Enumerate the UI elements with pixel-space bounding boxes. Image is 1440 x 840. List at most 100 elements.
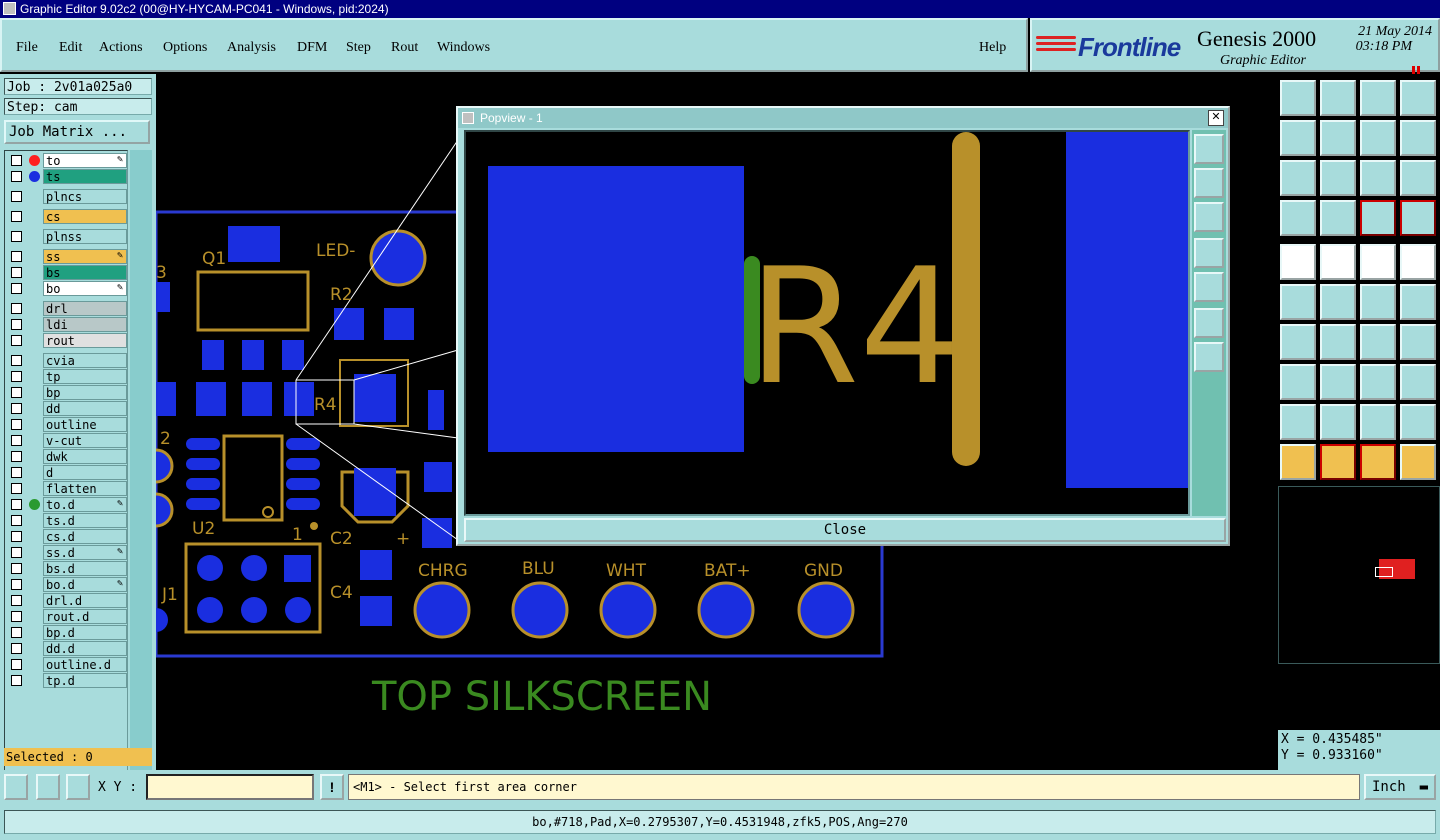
popview-close-button[interactable]: Close <box>464 518 1226 542</box>
layer-name[interactable]: bs.d <box>43 561 127 576</box>
layer-row-tp-d[interactable]: tp.d <box>7 673 127 688</box>
layer-name[interactable]: outline.d <box>43 657 127 672</box>
layer-checkbox[interactable] <box>11 171 22 182</box>
layer-checkbox[interactable] <box>11 155 22 166</box>
layer-list-scrollbar[interactable] <box>130 150 152 782</box>
layer-row-cvia[interactable]: cvia <box>7 353 127 368</box>
pan-left-icon[interactable] <box>1194 238 1224 268</box>
pan-right-icon[interactable] <box>1320 120 1356 156</box>
popview-window[interactable]: Popview - 1 ✕ R4 Close <box>456 106 1230 546</box>
layer-row-dwk[interactable]: dwk <box>7 449 127 464</box>
layer-row-rout[interactable]: rout <box>7 333 127 348</box>
flip-icon[interactable] <box>1400 120 1436 156</box>
layer-checkbox[interactable] <box>11 595 22 606</box>
layer-name[interactable]: bs <box>43 265 127 280</box>
settings-icon[interactable] <box>1280 200 1316 236</box>
layer-checkbox[interactable] <box>11 371 22 382</box>
resize-icon[interactable] <box>1360 364 1396 400</box>
pointer-select-icon[interactable] <box>1360 444 1396 480</box>
pan-left-icon[interactable] <box>1280 120 1316 156</box>
layer-checkbox[interactable] <box>11 419 22 430</box>
layer-name[interactable]: rout.d <box>43 609 127 624</box>
layer-checkbox[interactable] <box>11 643 22 654</box>
layer-name[interactable]: rout <box>43 333 127 348</box>
window-icon[interactable] <box>1400 80 1436 116</box>
layer-row-cs[interactable]: cs <box>7 209 127 224</box>
layer-checkbox[interactable] <box>11 675 22 686</box>
menu-dfm[interactable]: DFM <box>297 40 327 56</box>
layer-checkbox[interactable] <box>11 303 22 314</box>
menu-file[interactable]: File <box>16 40 38 56</box>
circle-icon[interactable] <box>1400 244 1436 280</box>
layer-row-drl[interactable]: drl <box>7 301 127 316</box>
rotate-pad-icon[interactable] <box>1400 364 1436 400</box>
layer-checkbox[interactable] <box>11 659 22 670</box>
save-icon[interactable] <box>1320 80 1356 116</box>
layer-name[interactable]: tp.d <box>43 673 127 688</box>
layer-name[interactable]: cvia <box>43 353 127 368</box>
layer-row-bs-d[interactable]: bs.d <box>7 561 127 576</box>
layer-row-bs[interactable]: bs <box>7 265 127 280</box>
add-pad-icon[interactable] <box>1280 244 1316 280</box>
popview-canvas[interactable]: R4 <box>464 130 1190 516</box>
layer-name[interactable]: ss <box>43 249 127 264</box>
menu-analysis[interactable]: Analysis <box>227 40 276 56</box>
layer-checkbox[interactable] <box>11 335 22 346</box>
layer-checkbox[interactable] <box>11 579 22 590</box>
layer-name[interactable]: dwk <box>43 449 127 464</box>
layers-alt-icon[interactable] <box>1400 200 1436 236</box>
layer-name[interactable]: cs.d <box>43 529 127 544</box>
layer-row-ss-d[interactable]: ss.d ✎ <box>7 545 127 560</box>
layer-checkbox[interactable] <box>11 211 22 222</box>
layer-checkbox[interactable] <box>11 191 22 202</box>
layer-row-bp-d[interactable]: bp.d <box>7 625 127 640</box>
job-matrix-button[interactable]: Job Matrix ... <box>4 120 150 144</box>
layer-name[interactable]: bp <box>43 385 127 400</box>
layer-row-dd-d[interactable]: dd.d <box>7 641 127 656</box>
layer-row-flatten[interactable]: flatten <box>7 481 127 496</box>
angle-icon[interactable] <box>1280 324 1316 360</box>
menu-actions[interactable]: Actions <box>99 40 143 56</box>
pan-down-icon[interactable] <box>1194 202 1224 232</box>
pan-right-icon[interactable] <box>1194 272 1224 302</box>
layer-row-outline[interactable]: outline <box>7 417 127 432</box>
layer-name[interactable]: drl <box>43 301 127 316</box>
center-icon[interactable] <box>1320 160 1356 196</box>
layer-row-to[interactable]: to ✎ <box>7 153 127 168</box>
layer-row-ts[interactable]: ts <box>7 169 127 184</box>
zoom-fit-icon[interactable] <box>1280 160 1316 196</box>
layer-name[interactable]: outline <box>43 417 127 432</box>
layer-checkbox[interactable] <box>11 547 22 558</box>
pointer-box-icon[interactable] <box>1320 444 1356 480</box>
layer-name[interactable]: plncs <box>43 189 127 204</box>
arch-alt-icon[interactable] <box>1400 404 1436 440</box>
connect-icon[interactable] <box>1360 284 1396 320</box>
layer-name[interactable]: to <box>43 153 127 168</box>
open-icon[interactable] <box>1280 80 1316 116</box>
xy-input[interactable] <box>146 774 314 800</box>
mirror-icon[interactable] <box>1320 364 1356 400</box>
layer-row-d[interactable]: d <box>7 465 127 480</box>
window-icon[interactable] <box>462 112 474 124</box>
layer-name[interactable]: dd.d <box>43 641 127 656</box>
layer-checkbox[interactable] <box>11 267 22 278</box>
menu-edit[interactable]: Edit <box>59 40 82 56</box>
layer-row-bp[interactable]: bp <box>7 385 127 400</box>
menu-help[interactable]: Help <box>979 40 1006 56</box>
zoom-out-icon[interactable] <box>1194 308 1224 338</box>
triangle-icon[interactable] <box>1280 404 1316 440</box>
layer-name[interactable]: ldi <box>43 317 127 332</box>
layer-row-plncs[interactable]: plncs <box>7 189 127 204</box>
layer-checkbox[interactable] <box>11 563 22 574</box>
layer-name[interactable]: plnss <box>43 229 127 244</box>
execute-button[interactable]: ! <box>320 774 344 800</box>
layer-name[interactable]: ts.d <box>43 513 127 528</box>
layer-checkbox[interactable] <box>11 387 22 398</box>
layer-row-outline-d[interactable]: outline.d <box>7 657 127 672</box>
draw-line-icon[interactable] <box>1320 324 1356 360</box>
add-line-icon[interactable] <box>1320 244 1356 280</box>
layer-row-ss[interactable]: ss ✎ <box>7 249 127 264</box>
arc-icon[interactable] <box>1360 324 1396 360</box>
layer-row-v-cut[interactable]: v-cut <box>7 433 127 448</box>
layer-row-ts-d[interactable]: ts.d <box>7 513 127 528</box>
